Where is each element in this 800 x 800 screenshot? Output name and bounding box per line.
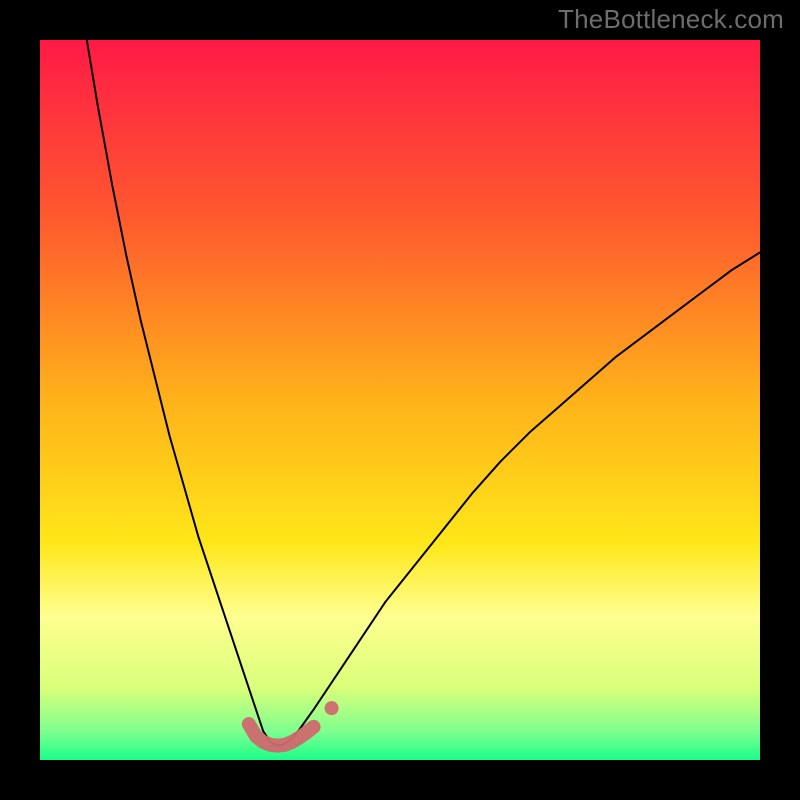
chart-svg	[40, 40, 760, 760]
plot-area	[40, 40, 760, 760]
watermark-label: TheBottleneck.com	[558, 4, 784, 35]
highlight-dot	[325, 701, 339, 715]
heatmap-background	[40, 40, 760, 760]
chart-frame: TheBottleneck.com	[0, 0, 800, 800]
